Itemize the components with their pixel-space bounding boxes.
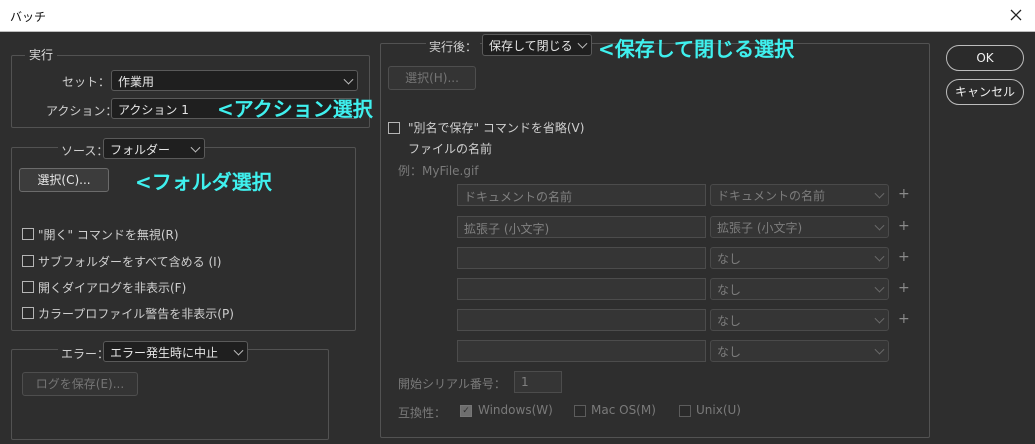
close-icon[interactable] [1005, 5, 1027, 25]
choose-source-button[interactable]: 選択(C)... [19, 168, 109, 192]
naming-select-2[interactable]: 拡張子 (小文字) [710, 216, 889, 238]
windows-checkbox[interactable]: ✓ [460, 405, 472, 417]
windows-label: Windows(W) [478, 403, 553, 417]
add-row-icon[interactable]: + [898, 280, 910, 296]
add-row-icon[interactable]: + [898, 218, 910, 234]
add-row-icon[interactable]: + [898, 311, 910, 327]
naming-select-5-value: なし [717, 314, 742, 328]
naming-field-2[interactable]: 拡張子 (小文字) [457, 216, 706, 238]
naming-field-6[interactable] [457, 340, 706, 362]
choose-destination-button-label: 選択(H)... [405, 71, 459, 85]
ignore-open-label: "開く" コマンドを無視(R) [38, 228, 179, 242]
save-log-button-label: ログを保存(E)... [35, 377, 125, 391]
chevron-down-icon [874, 282, 885, 293]
naming-select-6-value: なし [717, 345, 742, 359]
choose-source-button-label: 選択(C)... [37, 173, 91, 187]
chevron-down-icon [874, 188, 885, 199]
serial-input[interactable]: 1 [514, 371, 562, 393]
ok-button[interactable]: OK [946, 45, 1024, 71]
run-legend: 実行 [25, 46, 58, 63]
suppress-open-dialog-label: 開くダイアログを非表示(F) [38, 281, 187, 295]
chevron-down-icon [190, 142, 201, 153]
chevron-down-icon [577, 38, 588, 49]
chevron-down-icon [233, 345, 244, 356]
naming-select-3[interactable]: なし [710, 247, 889, 269]
annotation-save-close: <保存して閉じる選択 [598, 37, 795, 61]
add-row-icon[interactable]: + [898, 249, 910, 265]
error-select-value: エラー発生時に中止 [110, 346, 219, 360]
choose-destination-button[interactable]: 選択(H)... [388, 66, 476, 90]
chevron-down-icon [874, 344, 885, 355]
suppress-open-dialog-checkbox[interactable] [22, 281, 34, 293]
naming-select-2-value: 拡張子 (小文字) [717, 221, 803, 235]
window-title: バッチ [10, 10, 47, 24]
source-select[interactable]: フォルダー [103, 138, 205, 159]
naming-select-4-value: なし [717, 283, 742, 297]
set-select-value: 作業用 [118, 75, 155, 89]
chevron-down-icon [343, 74, 354, 85]
annotation-action: <アクション選択 [217, 97, 373, 121]
source-select-value: フォルダー [110, 143, 171, 157]
set-select[interactable]: 作業用 [111, 70, 358, 91]
include-subfolders-checkbox[interactable] [22, 255, 34, 267]
action-label: アクション： [46, 104, 118, 118]
include-subfolders-label: サブフォルダーをすべて含める (I) [38, 255, 222, 269]
action-select-value: アクション 1 [118, 103, 189, 117]
naming-select-4[interactable]: なし [710, 278, 889, 300]
macos-label: Mac OS(M) [591, 403, 656, 417]
destination-select-value: 保存して閉じる [489, 39, 573, 53]
chevron-down-icon [874, 313, 885, 324]
naming-field-3[interactable] [457, 247, 706, 269]
chevron-down-icon [874, 251, 885, 262]
override-save-as-label: "別名で保存" コマンドを省略(V) [408, 121, 585, 135]
chevron-down-icon [874, 220, 885, 231]
annotation-folder: <フォルダ選択 [135, 170, 272, 194]
cancel-button[interactable]: キャンセル [946, 79, 1024, 105]
error-select[interactable]: エラー発生時に中止 [103, 341, 248, 362]
serial-label: 開始シリアル番号： [398, 377, 506, 391]
naming-select-1[interactable]: ドキュメントの名前 [710, 184, 889, 206]
add-row-icon[interactable]: + [898, 186, 910, 202]
naming-select-3-value: なし [717, 252, 742, 266]
naming-select-6[interactable]: なし [710, 340, 889, 362]
unix-checkbox[interactable] [679, 405, 691, 417]
naming-select-5[interactable]: なし [710, 309, 889, 331]
file-naming-example: 例：MyFile.gif [398, 164, 479, 178]
ignore-open-checkbox[interactable] [22, 228, 34, 240]
override-save-as-checkbox[interactable] [388, 122, 400, 134]
unix-label: Unix(U) [696, 403, 741, 417]
file-naming-label: ファイルの名前 [408, 142, 493, 156]
destination-select[interactable]: 保存して閉じる [482, 34, 592, 56]
naming-field-4[interactable] [457, 278, 706, 300]
suppress-color-warning-label: カラープロファイル警告を非表示(P) [38, 307, 234, 321]
set-label: セット： [62, 75, 111, 89]
title-bar: バッチ [0, 0, 1035, 32]
naming-field-1[interactable]: ドキュメントの名前 [457, 184, 706, 206]
ok-button-label: OK [976, 51, 994, 65]
macos-checkbox[interactable] [574, 405, 586, 417]
save-log-button[interactable]: ログを保存(E)... [22, 372, 138, 396]
naming-select-1-value: ドキュメントの名前 [717, 189, 826, 203]
cancel-button-label: キャンセル [954, 85, 1015, 99]
naming-field-5[interactable] [457, 309, 706, 331]
compat-label: 互換性： [398, 406, 447, 420]
destination-label: 実行後： [426, 38, 481, 55]
suppress-color-warning-checkbox[interactable] [22, 307, 34, 319]
